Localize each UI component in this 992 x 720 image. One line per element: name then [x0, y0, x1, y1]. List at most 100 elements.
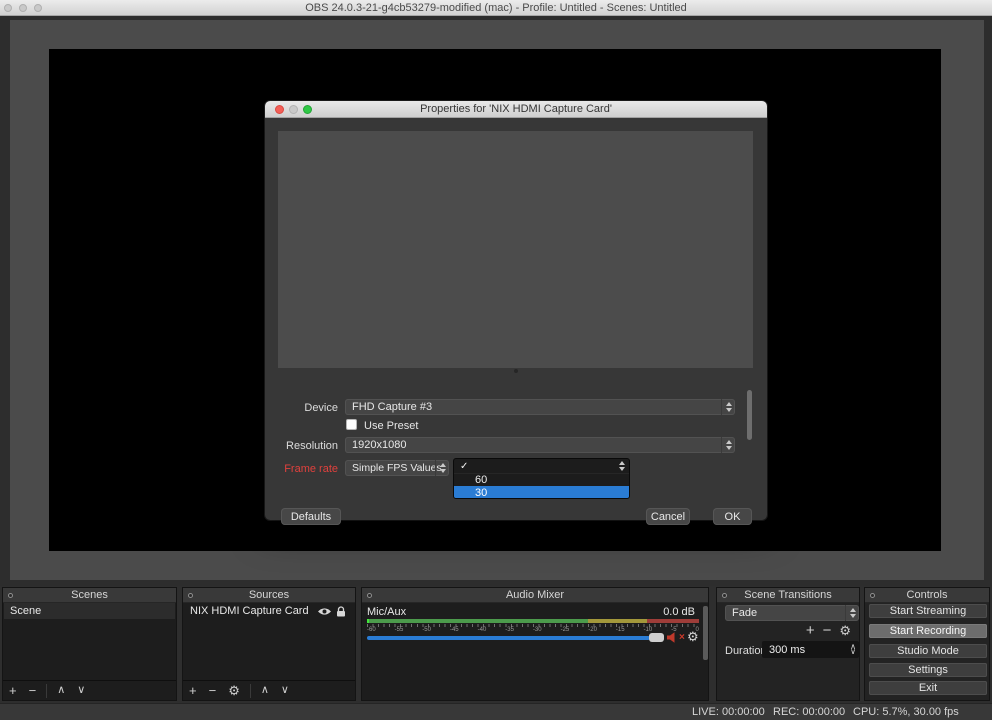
remove-source-button[interactable]: −: [203, 684, 223, 697]
minus-icon: −: [29, 683, 37, 698]
ok-button[interactable]: OK: [713, 508, 752, 525]
dialog-titlebar[interactable]: Properties for 'NIX HDMI Capture Card': [265, 101, 767, 118]
sources-panel-title: Sources: [249, 589, 289, 601]
resolution-label: Resolution: [265, 440, 338, 452]
duration-value: 300 ms: [769, 644, 805, 656]
fps-type-value: Simple FPS Values: [352, 462, 442, 474]
plus-icon: +: [806, 622, 815, 639]
splitter-handle[interactable]: [514, 369, 518, 373]
source-list-item[interactable]: NIX HDMI Capture Card: [184, 603, 354, 619]
close-button[interactable]: [275, 105, 284, 114]
plus-icon: +: [9, 683, 17, 698]
chevron-up-icon: ∧: [57, 684, 65, 696]
scene-list-item[interactable]: Scene: [4, 603, 175, 619]
close-button[interactable]: [4, 4, 12, 12]
add-source-button[interactable]: +: [183, 684, 203, 697]
device-label: Device: [265, 402, 338, 414]
frame-rate-label: Frame rate: [265, 463, 338, 475]
defaults-button[interactable]: Defaults: [281, 508, 341, 525]
dock-icon: [870, 593, 875, 598]
scene-name: Scene: [10, 605, 41, 617]
meter-db-scale: -60 -55 -50 -45 -40 -35 -30 -25 -20 -15 …: [367, 627, 699, 633]
gear-icon: ⚙: [228, 683, 240, 698]
dialog-scrollbar[interactable]: [747, 390, 752, 440]
toolbar-separator: [250, 684, 251, 698]
rec-time: REC: 00:00:00: [773, 706, 845, 718]
transitions-panel-title: Scene Transitions: [744, 589, 831, 601]
chevron-up-icon: ∧: [261, 684, 269, 696]
zoom-button[interactable]: [34, 4, 42, 12]
zoom-button[interactable]: [303, 105, 312, 114]
db-tick-label: -15: [616, 627, 625, 633]
move-scene-up-button[interactable]: ∧: [51, 685, 71, 696]
transitions-panel-header[interactable]: Scene Transitions: [717, 588, 859, 603]
gear-icon: ⚙: [839, 623, 851, 638]
chevron-down-icon: ∨: [850, 650, 856, 654]
volume-slider-handle[interactable]: [649, 633, 664, 642]
transition-select[interactable]: Fade: [725, 605, 859, 621]
move-source-down-button[interactable]: ∨: [275, 685, 295, 696]
mixer-scrollbar[interactable]: [703, 606, 708, 660]
transition-properties-button[interactable]: ⚙: [839, 624, 851, 637]
move-source-up-button[interactable]: ∧: [255, 685, 275, 696]
fps-type-select[interactable]: Simple FPS Values: [345, 460, 449, 476]
scenes-panel-header[interactable]: Scenes: [3, 588, 176, 603]
start-recording-button[interactable]: Start Recording: [869, 624, 987, 638]
source-name: NIX HDMI Capture Card: [190, 605, 309, 617]
fps-dropdown-popup: ✓ 60 30: [453, 458, 630, 499]
toolbar-separator: [46, 684, 47, 698]
fps-option-30[interactable]: 30: [454, 486, 629, 499]
audio-mixer-panel-header[interactable]: Audio Mixer: [362, 588, 708, 603]
controls-panel-header[interactable]: Controls: [865, 588, 989, 603]
db-tick-label: -45: [450, 627, 459, 633]
dock-icon: [8, 593, 13, 598]
controls-panel: Controls Start Streaming Start Recording…: [864, 587, 990, 701]
lock-icon[interactable]: [336, 606, 346, 617]
audio-mixer-panel-title: Audio Mixer: [506, 589, 564, 601]
device-select[interactable]: FHD Capture #3: [345, 399, 735, 415]
db-tick-label: -30: [533, 627, 542, 633]
cpu-fps-stats: CPU: 5.7%, 30.00 fps: [853, 706, 959, 718]
muted-speaker-icon[interactable]: [667, 632, 678, 643]
fps-option-60[interactable]: 60: [454, 474, 629, 486]
dialog-body: Device FHD Capture #3 Use Preset Resolut…: [265, 118, 767, 520]
spinbox-arrows-icon[interactable]: ∧ ∨: [850, 641, 856, 658]
add-scene-button[interactable]: +: [3, 684, 23, 697]
resolution-select[interactable]: 1920x1080: [345, 437, 735, 453]
volume-meter: [367, 619, 699, 623]
mixer-gear-icon[interactable]: ⚙: [687, 629, 699, 645]
scenes-panel: Scenes Scene + − ∧ ∨: [2, 587, 177, 701]
duration-spinbox[interactable]: 300 ms ∧ ∨: [762, 641, 859, 658]
device-value: FHD Capture #3: [352, 401, 432, 413]
minus-icon: −: [209, 683, 217, 698]
visibility-eye-icon[interactable]: [318, 607, 331, 616]
cancel-button[interactable]: Cancel: [646, 508, 690, 525]
settings-button[interactable]: Settings: [869, 663, 987, 677]
db-tick-label: -20: [588, 627, 597, 633]
volume-slider-track[interactable]: [367, 636, 650, 640]
minimize-button[interactable]: [19, 4, 27, 12]
window-title: OBS 24.0.3-21-g4cb53279-modified (mac) -…: [0, 2, 992, 14]
audio-mixer-panel: Audio Mixer Mic/Aux 0.0 dB -60 -55 -50 -…: [361, 587, 709, 701]
remove-transition-button[interactable]: −: [823, 623, 832, 638]
minimize-button: [289, 105, 298, 114]
resolution-value: 1920x1080: [352, 439, 406, 451]
stepper-icon: [721, 399, 735, 415]
db-tick-label: -25: [561, 627, 570, 633]
meter-red-segment: [647, 619, 699, 623]
properties-dialog: Properties for 'NIX HDMI Capture Card' D…: [265, 101, 767, 520]
use-preset-checkbox[interactable]: [346, 419, 357, 430]
db-tick-label: -40: [478, 627, 487, 633]
studio-mode-button[interactable]: Studio Mode: [869, 644, 987, 658]
source-properties-button[interactable]: ⚙: [222, 684, 246, 697]
start-streaming-button[interactable]: Start Streaming: [869, 604, 987, 618]
fps-dropdown-current[interactable]: ✓: [454, 459, 629, 474]
remove-scene-button[interactable]: −: [23, 684, 43, 697]
move-scene-down-button[interactable]: ∨: [71, 685, 91, 696]
exit-button[interactable]: Exit: [869, 681, 987, 695]
duration-label: Duration: [725, 645, 767, 657]
dialog-title: Properties for 'NIX HDMI Capture Card': [265, 103, 767, 115]
add-transition-button[interactable]: +: [806, 623, 815, 638]
macos-titlebar: OBS 24.0.3-21-g4cb53279-modified (mac) -…: [0, 0, 992, 16]
sources-panel-header[interactable]: Sources: [183, 588, 355, 603]
